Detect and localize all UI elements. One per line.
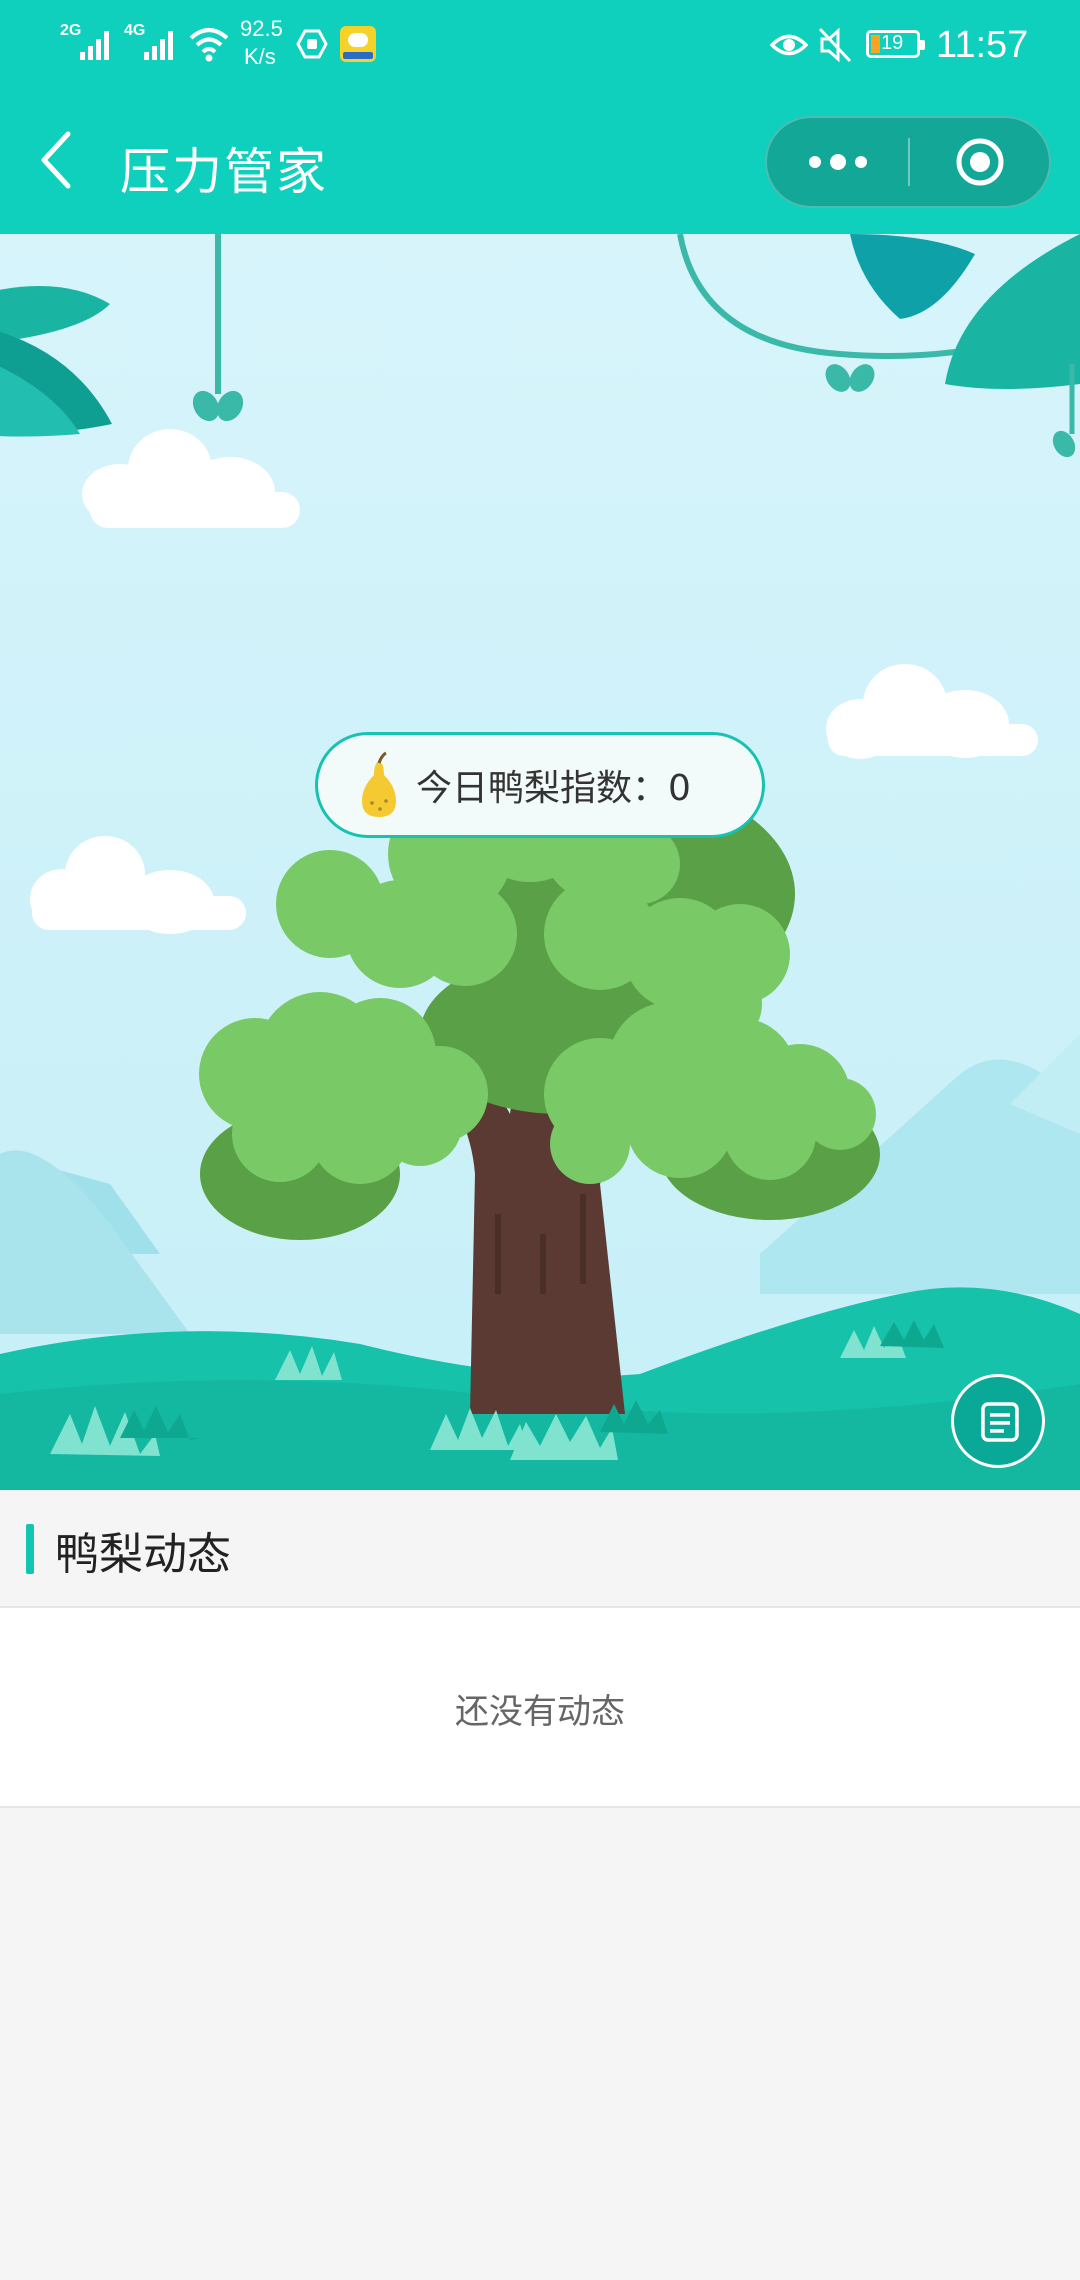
empty-state-text: 还没有动态	[455, 1692, 625, 1732]
tree-illustration	[0, 234, 1080, 1490]
status-bar: 2G 4G 92.5 K/s 19 11:57	[0, 0, 1080, 90]
more-dots-icon	[809, 154, 867, 170]
battery-level: 19	[881, 32, 904, 54]
app-badge-icon	[340, 26, 376, 62]
nav-bar: 压力管家	[0, 90, 1080, 234]
notes-icon	[981, 1402, 1019, 1442]
feed-empty-card: 还没有动态	[0, 1608, 1080, 1808]
tree-scene: 今日鸭梨指数：0	[0, 234, 1080, 1490]
pear-index-text: 今日鸭梨指数：0	[416, 759, 691, 811]
back-button[interactable]	[30, 120, 90, 200]
section-title: 鸭梨动态	[55, 1529, 231, 1580]
target-icon	[956, 138, 1004, 186]
close-miniprogram-button[interactable]	[910, 116, 1051, 208]
wifi-icon	[189, 28, 229, 62]
clock-time: 11:57	[936, 24, 1029, 66]
section-accent-bar	[26, 1524, 34, 1574]
signal-4g-icon	[144, 31, 173, 60]
section-header: 鸭梨动态	[0, 1490, 1080, 1608]
pear-index-badge: 今日鸭梨指数：0	[315, 732, 765, 838]
pear-index-label: 今日鸭梨指数：	[416, 768, 669, 809]
net-speed-unit: K/s	[244, 44, 276, 69]
pear-index-value: 0	[668, 768, 691, 809]
battery-icon: 19	[866, 30, 925, 58]
net-speed-value: 92.5	[240, 16, 283, 41]
page-title: 压力管家	[120, 143, 328, 201]
mute-icon	[818, 27, 852, 63]
pear-icon	[362, 751, 396, 817]
menu-capsule	[765, 116, 1051, 208]
notes-button[interactable]	[951, 1374, 1045, 1468]
chevron-left-icon	[41, 131, 71, 189]
more-button[interactable]	[765, 116, 908, 208]
shield-icon	[296, 29, 328, 59]
eye-icon	[770, 34, 808, 56]
signal-2g-icon	[80, 31, 109, 60]
